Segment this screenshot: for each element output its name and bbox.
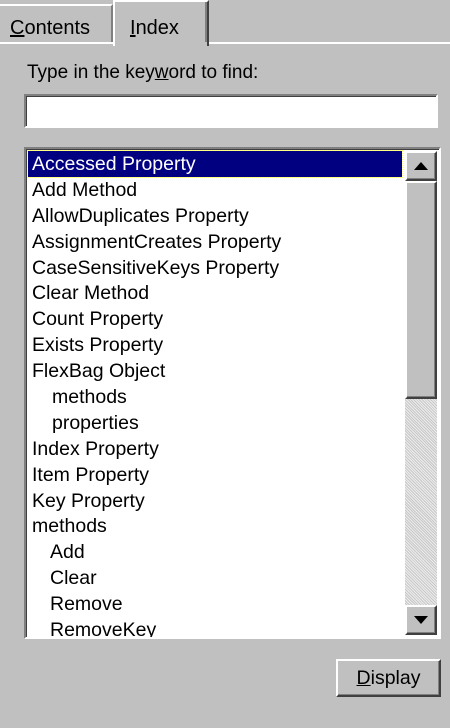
list-item[interactable]: Exists Property [28, 332, 402, 358]
list-item[interactable]: Clear Method [28, 280, 402, 306]
index-list[interactable]: Accessed Property Add Method AllowDuplicat… [24, 147, 441, 639]
active-tab-joint [115, 42, 207, 46]
scroll-thumb[interactable] [405, 181, 437, 399]
keyword-prompt-text: Type in the key [27, 62, 155, 83]
list-item[interactable]: methods [28, 384, 402, 410]
list-item[interactable]: AllowDuplicates Property [28, 203, 402, 229]
display-button-accel: D [356, 666, 371, 689]
scroll-up-button[interactable] [405, 151, 437, 181]
list-item[interactable]: RemoveKey [28, 617, 402, 637]
index-list-items: Accessed Property Add Method AllowDuplicat… [27, 150, 403, 637]
keyword-prompt-text-end: ord to find: [168, 62, 259, 83]
list-item[interactable]: Count Property [28, 306, 402, 332]
list-item[interactable]: Item Property [28, 462, 402, 488]
list-item[interactable]: Clear [28, 565, 402, 591]
scroll-down-button[interactable] [405, 605, 437, 635]
list-item[interactable]: Key Property [28, 488, 402, 514]
list-item[interactable]: FlexBag Object [28, 358, 402, 384]
list-item[interactable]: Accessed Property [27, 150, 403, 178]
keyword-prompt-label: Type in the keyword to find: [27, 62, 258, 84]
tab-contents-accel: C [10, 17, 25, 39]
list-item[interactable]: Index Property [28, 436, 402, 462]
list-item[interactable]: properties [28, 410, 402, 436]
vertical-scrollbar[interactable] [405, 151, 437, 635]
display-button[interactable]: Display [336, 659, 441, 697]
list-item[interactable]: AssignmentCreates Property [28, 229, 402, 255]
list-item[interactable]: Add Method [28, 177, 402, 203]
tab-contents-label: ontents [24, 17, 91, 39]
list-item[interactable]: methods [28, 513, 402, 539]
display-button-label: isplay [370, 666, 421, 689]
list-item[interactable]: Add [28, 539, 402, 565]
tab-panel-border [0, 42, 450, 44]
keyword-prompt-accel: w [154, 62, 169, 83]
tab-index-label: ndex [135, 17, 179, 39]
list-item[interactable]: CaseSensitiveKeys Property [28, 255, 402, 281]
tab-contents[interactable]: Contents [0, 4, 113, 42]
scroll-up-arrow-icon [414, 162, 428, 170]
keyword-input[interactable] [24, 94, 438, 128]
list-item[interactable]: Remove [28, 591, 402, 617]
scroll-down-arrow-icon [414, 616, 428, 624]
tab-index[interactable]: Index [113, 0, 209, 46]
